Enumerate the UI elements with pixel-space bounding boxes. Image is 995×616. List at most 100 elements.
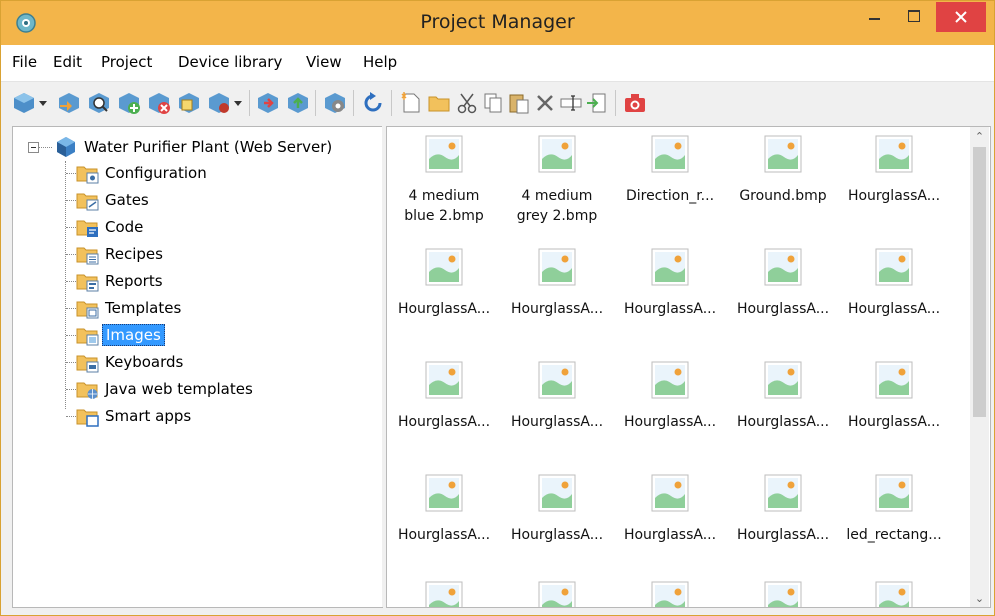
tree-root-label: Water Purifier Plant (Web Server) — [84, 138, 333, 156]
window-title: Project Manager — [420, 11, 575, 33]
image-thumbnail-icon[interactable] — [538, 474, 576, 512]
tree-item-code[interactable]: Code — [66, 215, 146, 239]
image-thumbnail-icon[interactable] — [651, 581, 689, 608]
maximize-button[interactable] — [896, 1, 932, 31]
image-filename-label: HourglassA... — [623, 527, 717, 543]
menu-project[interactable]: Project — [101, 53, 152, 71]
image-thumbnail-icon[interactable] — [651, 248, 689, 286]
minimize-button[interactable] — [856, 1, 892, 31]
toolbar-separator — [249, 90, 250, 116]
remove-device-icon[interactable] — [147, 91, 171, 115]
gates-folder-icon — [76, 193, 99, 211]
delete-icon[interactable] — [533, 91, 557, 115]
device-settings-icon[interactable] — [177, 91, 201, 115]
image-filename-label: HourglassA... — [736, 301, 830, 317]
tree-item-keyboards[interactable]: Keyboards — [66, 350, 186, 374]
rename-icon[interactable] — [559, 91, 583, 115]
close-button[interactable] — [936, 2, 986, 32]
new-file-icon[interactable] — [399, 91, 423, 115]
scroll-thumb[interactable] — [973, 147, 986, 417]
import-project-icon[interactable] — [57, 91, 81, 115]
image-filename-label: HourglassA... — [397, 301, 491, 317]
image-thumbnail-icon[interactable] — [651, 474, 689, 512]
java-web-templates-folder-icon — [76, 382, 98, 399]
image-thumbnail-icon[interactable] — [875, 361, 913, 399]
new-folder-icon[interactable] — [427, 91, 451, 115]
image-thumbnail-icon[interactable] — [875, 248, 913, 286]
refresh-icon[interactable] — [361, 91, 385, 115]
tree-item-configuration[interactable]: Configuration — [66, 161, 210, 185]
upload-icon[interactable] — [286, 91, 310, 115]
tree-item-gates[interactable]: Gates — [66, 188, 152, 212]
menu-device-library[interactable]: Device library — [178, 53, 282, 71]
image-thumbnail-icon[interactable] — [425, 248, 463, 286]
image-filename-label: HourglassA... — [847, 301, 941, 317]
keyboards-folder-icon — [76, 355, 99, 373]
image-thumbnail-icon[interactable] — [875, 581, 913, 608]
tree-item-reports[interactable]: Reports — [66, 269, 166, 293]
tree-root[interactable]: Water Purifier Plant (Web Server) — [55, 135, 335, 159]
image-thumbnail-icon[interactable] — [764, 474, 802, 512]
image-filename-label: HourglassA... — [397, 414, 491, 430]
images-view[interactable]: 4 medium blue 2.bmp 4 medium grey 2.bmp Dire… — [386, 126, 991, 608]
tree-item-smart-apps[interactable]: Smart apps — [66, 404, 194, 428]
dropdown-arrow-icon[interactable] — [232, 91, 244, 115]
menu-file[interactable]: File — [12, 53, 37, 71]
image-thumbnail-icon[interactable] — [875, 474, 913, 512]
image-filename-label: HourglassA... — [847, 188, 941, 204]
image-filename-label: HourglassA... — [397, 527, 491, 543]
device-options-icon[interactable] — [207, 91, 231, 115]
image-filename-label: HourglassA... — [623, 414, 717, 430]
code-folder-icon — [76, 220, 98, 237]
new-project-icon[interactable] — [12, 91, 36, 115]
image-filename-label: Direction_r... — [625, 188, 715, 204]
image-thumbnail-icon[interactable] — [538, 135, 576, 173]
menu-edit[interactable]: Edit — [53, 53, 82, 71]
image-thumbnail-icon[interactable] — [425, 474, 463, 512]
tree-item-label: Java web templates — [105, 380, 253, 398]
minimize-icon — [868, 18, 880, 20]
paste-icon[interactable] — [507, 91, 531, 115]
cut-icon[interactable] — [455, 91, 479, 115]
image-filename-label: Ground.bmp — [739, 188, 827, 204]
image-thumbnail-icon[interactable] — [764, 361, 802, 399]
vertical-scrollbar[interactable]: ⌃ ⌄ — [970, 127, 989, 607]
image-thumbnail-icon[interactable] — [425, 361, 463, 399]
image-thumbnail-icon[interactable] — [425, 135, 463, 173]
tree-item-images[interactable]: Images — [66, 323, 165, 347]
scroll-up-icon[interactable]: ⌃ — [970, 127, 989, 145]
add-device-icon[interactable] — [117, 91, 141, 115]
image-thumbnail-icon[interactable] — [651, 361, 689, 399]
image-thumbnail-icon[interactable] — [764, 581, 802, 608]
image-filename-label: HourglassA... — [510, 414, 604, 430]
image-thumbnail-icon[interactable] — [538, 248, 576, 286]
project-cube-icon — [57, 137, 75, 157]
export-icon[interactable] — [585, 91, 609, 115]
image-thumbnail-icon[interactable] — [425, 581, 463, 608]
project-tree[interactable]: Water Purifier Plant (Web Server) Config… — [12, 126, 383, 608]
tree-item-templates[interactable]: Templates — [66, 296, 184, 320]
dropdown-arrow-icon[interactable] — [37, 91, 49, 115]
image-thumbnail-icon[interactable] — [538, 361, 576, 399]
tree-item-label: Images — [102, 324, 165, 346]
tree-item-label: Smart apps — [105, 407, 192, 425]
title-bar[interactable]: Project Manager — [1, 1, 994, 45]
smart-apps-folder-icon — [76, 409, 99, 427]
image-thumbnail-icon[interactable] — [875, 135, 913, 173]
tree-item-label: Code — [105, 218, 144, 236]
menu-help[interactable]: Help — [363, 53, 397, 71]
download-icon[interactable] — [256, 91, 280, 115]
menu-view[interactable]: View — [306, 53, 342, 71]
build-icon[interactable] — [323, 91, 347, 115]
tree-item-recipes[interactable]: Recipes — [66, 242, 166, 266]
image-thumbnail-icon[interactable] — [538, 581, 576, 608]
search-project-icon[interactable] — [87, 91, 111, 115]
copy-icon[interactable] — [481, 91, 505, 115]
tree-item-label: Reports — [105, 272, 163, 290]
image-thumbnail-icon[interactable] — [651, 135, 689, 173]
scroll-down-icon[interactable]: ⌄ — [970, 589, 989, 607]
image-thumbnail-icon[interactable] — [764, 248, 802, 286]
image-thumbnail-icon[interactable] — [764, 135, 802, 173]
screenshot-icon[interactable] — [623, 91, 647, 115]
tree-item-java-web-templates[interactable]: Java web templates — [66, 377, 256, 401]
